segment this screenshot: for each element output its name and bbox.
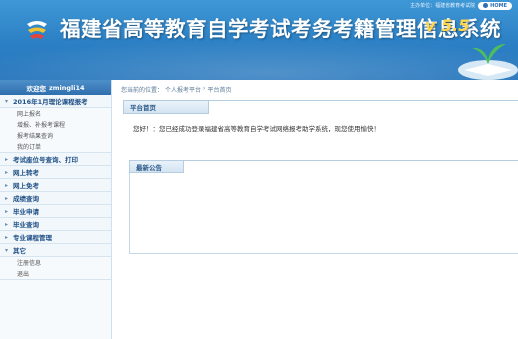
menu-item-registration-result[interactable]: 报考结果查询 xyxy=(0,130,111,141)
chevron-down-icon: ▾ xyxy=(5,246,9,254)
menu-label: 网上转考 xyxy=(13,169,39,177)
menu-label: 网上免考 xyxy=(13,182,39,190)
chevron-right-icon: ▸ xyxy=(5,155,9,163)
home-icon xyxy=(483,3,489,8)
menu-label: 考试座位号查询、打印 xyxy=(13,156,78,164)
sidebar: 欢迎您 zmingli14 ▾ 2016年1月理论课程报考 网上报名 增报、补报… xyxy=(0,80,112,339)
username: zmingli14 xyxy=(48,83,85,92)
welcome-prefix: 欢迎您 xyxy=(26,84,46,93)
menu-group-exam-registration: ▾ 2016年1月理论课程报考 网上报名 增报、补报考课程 报考结果查询 我的订… xyxy=(0,95,111,153)
menu-score-query[interactable]: ▸ 成绩查询 xyxy=(0,192,111,205)
menu-course-management[interactable]: ▸ 专业课程管理 xyxy=(0,231,111,244)
chevron-right-icon: ▸ xyxy=(5,233,9,241)
main-content: 您当前的位置： 个人报考平台 › 平台首页 平台首页 您好！：您已经成功登录福建… xyxy=(113,80,518,339)
menu-label: 专业课程管理 xyxy=(13,234,52,242)
announcement-panel: 最新公告 xyxy=(129,160,518,254)
chevron-right-icon: ▸ xyxy=(5,168,9,176)
menu-head-label: 2016年1月理论课程报考 xyxy=(13,98,88,106)
menu-head-exam-registration[interactable]: ▾ 2016年1月理论课程报考 xyxy=(0,95,111,108)
menu-label: 毕业申请 xyxy=(13,208,39,216)
chevron-right-icon: ▸ xyxy=(5,181,9,189)
chevron-right-icon: ▸ xyxy=(5,207,9,215)
breadcrumb-prefix: 您当前的位置： xyxy=(121,87,164,94)
home-button[interactable]: HOME xyxy=(478,1,512,10)
breadcrumb-current: 平台首页 xyxy=(207,87,232,94)
welcome-bar: 欢迎您 zmingli14 xyxy=(0,80,111,95)
top-right-links: 主办单位：福建省教育考试院 HOME xyxy=(410,0,512,11)
header-wave-decoration xyxy=(0,38,518,80)
chevron-right-icon: ▸ xyxy=(5,220,9,228)
book-plant-decoration-icon xyxy=(458,44,518,80)
menu-graduation-apply[interactable]: ▸ 毕业申请 xyxy=(0,205,111,218)
panel-divider xyxy=(184,160,518,161)
menu-group-other: ▾ 其它 注册信息 退出 xyxy=(0,244,111,280)
tab-platform-home[interactable]: 平台首页 xyxy=(123,101,209,114)
logo-icon xyxy=(27,21,47,39)
menu-item-my-orders[interactable]: 我的订单 xyxy=(0,141,111,152)
chevron-right-icon: ▸ xyxy=(5,194,9,202)
welcome-message: 您好！：您已经成功登录福建省高等教育自学考试网络报考助学系统，现您使用愉快！ xyxy=(133,125,380,133)
breadcrumb: 您当前的位置： 个人报考平台 › 平台首页 xyxy=(121,85,231,94)
menu-label: 毕业查询 xyxy=(13,221,39,229)
home-label: HOME xyxy=(490,2,507,9)
breadcrumb-separator: › xyxy=(203,85,206,92)
menu-exemption[interactable]: ▸ 网上免考 xyxy=(0,179,111,192)
menu-graduation-query[interactable]: ▸ 毕业查询 xyxy=(0,218,111,231)
menu-seat-number[interactable]: ▸ 考试座位号查询、打印 xyxy=(0,153,111,166)
header-banner: 福建省高等教育自学考试考务考籍管理信息系统 v 5.5 主办单位：福建省教育考试… xyxy=(0,0,518,80)
menu-item-registration-info[interactable]: 注册信息 xyxy=(0,257,111,268)
menu-item-add-course[interactable]: 增报、补报考课程 xyxy=(0,119,111,130)
menu-item-online-registration[interactable]: 网上报名 xyxy=(0,108,111,119)
chevron-down-icon: ▾ xyxy=(5,97,9,105)
menu-head-other[interactable]: ▾ 其它 xyxy=(0,244,111,257)
home-panel: 平台首页 您好！：您已经成功登录福建省高等教育自学考试网络报考助学系统，现您使用… xyxy=(123,100,518,142)
menu-item-logout[interactable]: 退出 xyxy=(0,268,111,279)
menu-head-label: 其它 xyxy=(13,247,26,255)
menu-label: 成绩查询 xyxy=(13,195,39,203)
menu-transfer[interactable]: ▸ 网上转考 xyxy=(0,166,111,179)
sponsor-link[interactable]: 主办单位：福建省教育考试院 xyxy=(410,2,475,9)
breadcrumb-link-platform[interactable]: 个人报考平台 xyxy=(165,85,201,94)
tab-latest-announcements[interactable]: 最新公告 xyxy=(129,160,184,173)
